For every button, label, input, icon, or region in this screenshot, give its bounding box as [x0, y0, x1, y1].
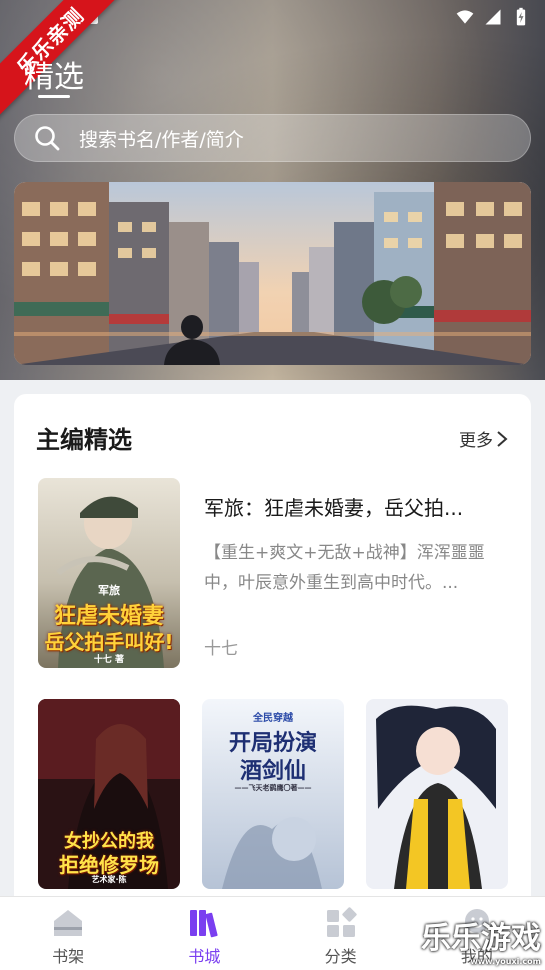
featured-book-description: 【重生+爽文+无敌+战神】浑浑噩噩中，叶辰意外重生到高中时代。... — [204, 543, 485, 593]
nav-bookstore-label: 书城 — [188, 947, 221, 966]
search-icon — [35, 126, 60, 151]
wifi-icon — [456, 10, 474, 24]
watermark-text: 乐乐游戏 — [421, 921, 541, 956]
book-row: 女抄公的我 拒绝修罗场 艺术家·陈 全民穿越 开局扮演 酒剑仙 ——飞天老鹞鹰〇… — [38, 699, 508, 889]
cover-title-line-2: 岳父拍手叫好! — [44, 630, 174, 654]
book-cover-3-art — [366, 699, 508, 889]
title-underline — [38, 95, 70, 98]
more-link[interactable]: 更多 — [459, 426, 509, 451]
book-cover-1[interactable]: 女抄公的我 拒绝修罗场 艺术家·陈 — [38, 699, 180, 889]
book-1-cover-author: 艺术家·陈 — [91, 875, 127, 884]
watermark-url: www.youxi.com — [470, 957, 541, 966]
featured-book-author: 十七 — [204, 639, 238, 659]
book-2-cover-author: ——飞天老鹞鹰〇著—— — [234, 784, 312, 792]
nav-bookstore[interactable]: 书城 — [136, 897, 272, 970]
promo-banner[interactable] — [14, 182, 531, 365]
bookshelf-icon — [54, 910, 83, 936]
battery-charging-icon — [516, 7, 526, 26]
chevron-right-icon — [497, 430, 508, 447]
site-watermark: 乐乐游戏 www.youxi.com — [421, 913, 541, 966]
book-2-cover-tag: 全民穿越 — [253, 713, 293, 724]
page-title: 精选 — [24, 60, 84, 95]
search-bar[interactable]: 搜索书名/作者/简介 — [14, 114, 531, 162]
section-title: 主编精选 — [36, 426, 132, 454]
book-cover-2[interactable]: 全民穿越 开局扮演 酒剑仙 ——飞天老鹞鹰〇著—— — [202, 699, 344, 889]
featured-book-title[interactable]: 军旅：狂虐未婚妻，岳父拍... — [204, 492, 504, 521]
cover-tag: 军旅 — [98, 584, 120, 597]
featured-book-cover[interactable]: 军旅 狂虐未婚妻 岳父拍手叫好! 十七 著 — [38, 478, 180, 668]
cover-author: 十七 著 — [93, 655, 125, 665]
bookstore-icon — [190, 910, 218, 938]
city-street-illustration — [14, 182, 531, 365]
cellular-signal-icon — [485, 9, 501, 25]
nav-bookshelf[interactable]: 书架 — [0, 897, 136, 970]
editor-picks-card: 主编精选 更多 军旅 狂虐未婚妻 岳父拍手叫好! 十七 著 军旅：狂虐未婚妻，岳… — [14, 394, 531, 914]
more-label: 更多 — [459, 431, 493, 451]
nav-category-label: 分类 — [324, 947, 357, 966]
search-placeholder: 搜索书名/作者/简介 — [79, 128, 244, 151]
book-2-cover-title-2: 酒剑仙 — [239, 759, 306, 784]
nav-bookshelf-label: 书架 — [52, 947, 85, 966]
nav-category[interactable]: 分类 — [273, 897, 409, 970]
book-cover-3[interactable] — [366, 699, 508, 889]
category-icon — [326, 907, 357, 937]
